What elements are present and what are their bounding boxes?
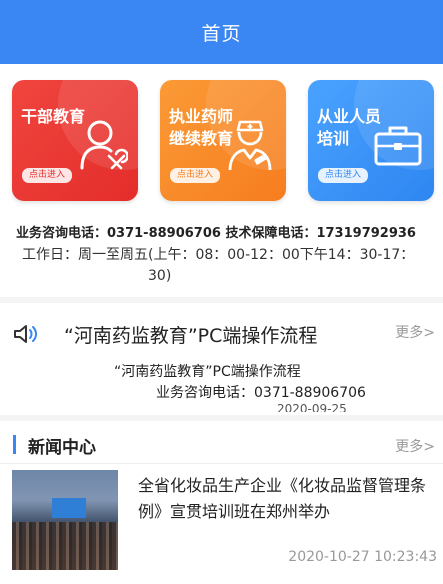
notice-more-link[interactable]: 更多> — [395, 322, 435, 342]
card-cadre-education[interactable]: 干部教育 点击进入 — [12, 80, 138, 201]
notice-title[interactable]: “河南药监教育”PC端操作流程 — [64, 321, 317, 348]
notice-scroll-line[interactable]: “河南药监教育”PC端操作流程 — [114, 361, 301, 381]
enter-button[interactable]: 点击进入 — [22, 168, 73, 183]
news-headline[interactable]: 全省化妆品生产企业《化妆品监督管理条例》宣贯培训班在郑州举办 — [138, 473, 434, 525]
news-more-link[interactable]: 更多> — [395, 436, 435, 456]
card-pharmacist-education[interactable]: 执业药师 继续教育 点击进入 — [160, 80, 286, 201]
notice-scroll-line: 业务咨询电话：0371-88906706 — [156, 385, 366, 401]
divider — [0, 463, 443, 464]
contact-phones: 业务咨询电话：0371-88906706 技术保障电话：17319792936 — [16, 226, 416, 241]
page-title: 首页 — [201, 22, 242, 45]
speaker-icon — [14, 325, 37, 343]
working-days: 工作日：周一至周五 — [22, 247, 148, 263]
notice-section: “河南药监教育”PC端操作流程 更多> “河南药监教育”PC端操作流程 业务咨询… — [0, 303, 443, 415]
section-accent-bar — [13, 435, 16, 454]
pharmacist-icon — [228, 120, 272, 171]
thumbnail-stage-screen — [52, 498, 86, 518]
card-staff-training[interactable]: 从业人员 培训 点击进入 — [308, 80, 434, 201]
thumbnail-audience — [12, 522, 118, 570]
news-section-title: 新闻中心 — [28, 438, 96, 458]
news-timestamp: 2020-10-27 10:23:43 — [288, 549, 437, 565]
working-time: (上午：08：00-12：00下午14：30-17：30) — [148, 247, 415, 284]
enter-button[interactable]: 点击进入 — [170, 168, 221, 183]
enter-button[interactable]: 点击进入 — [318, 168, 369, 183]
entry-cards: 干部教育 点击进入 执业药师 继续教育 点击进入 从业人员 培训 点击进入 — [12, 80, 434, 201]
cadre-party-icon — [80, 120, 128, 170]
notice-date: 2020-09-25 — [277, 402, 347, 412]
briefcase-icon — [374, 126, 422, 166]
app-header: 首页 — [0, 0, 443, 64]
news-thumbnail[interactable] — [12, 470, 118, 570]
news-section: 新闻中心 更多> 全省化妆品生产企业《化妆品监督管理条例》宣贯培训班在郑州举办 … — [0, 421, 443, 584]
